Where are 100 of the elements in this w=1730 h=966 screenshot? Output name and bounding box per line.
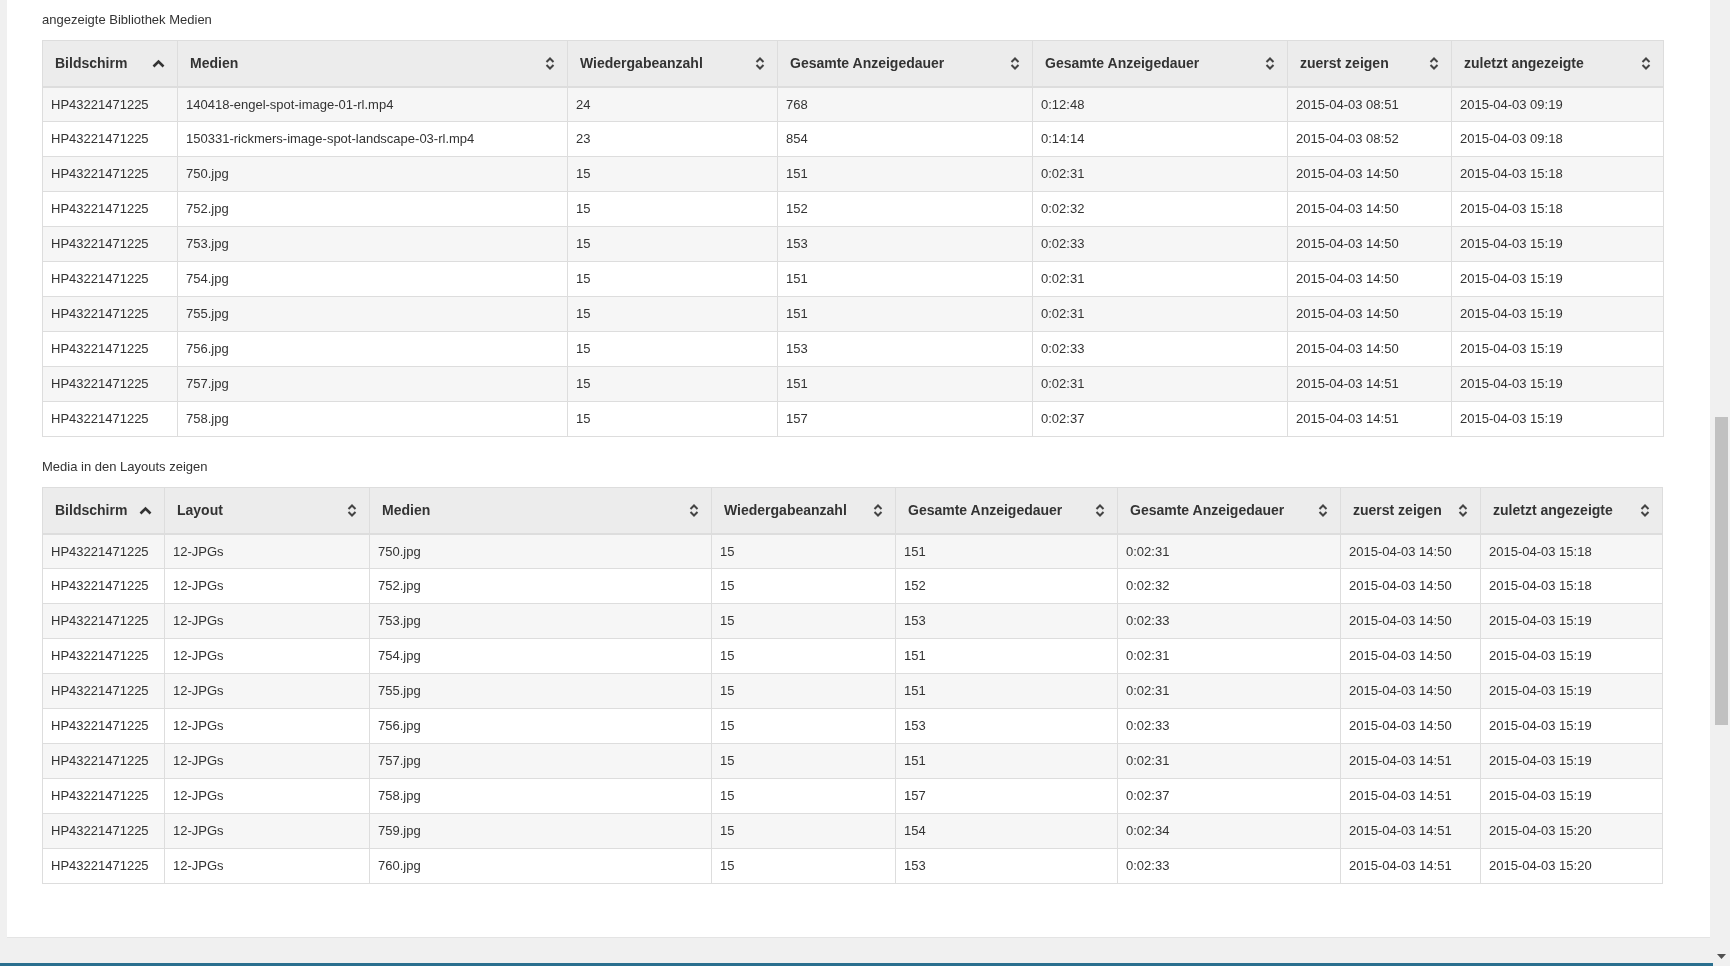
table-cell: 151	[895, 533, 1118, 569]
column-header[interactable]: zuletzt angezeigte	[1451, 40, 1664, 87]
table-cell: HP43221471225	[42, 778, 165, 814]
table-cell: 15	[567, 261, 778, 297]
table-cell: 753.jpg	[177, 226, 568, 262]
table-cell: 757.jpg	[369, 743, 712, 779]
table-cell: 754.jpg	[177, 261, 568, 297]
table-cell: 2015-04-03 15:19	[1480, 708, 1663, 744]
table-cell: 15	[567, 401, 778, 437]
table-cell: 2015-04-03 14:50	[1287, 156, 1452, 192]
column-header[interactable]: zuerst zeigen	[1287, 40, 1452, 87]
column-header-label: zuerst zeigen	[1300, 53, 1389, 73]
table-cell: 2015-04-03 14:50	[1340, 673, 1481, 709]
column-header[interactable]: Gesamte Anzeigedauer	[777, 40, 1033, 87]
table-cell: 2015-04-03 14:51	[1287, 366, 1452, 402]
table-cell: 2015-04-03 14:51	[1340, 848, 1481, 884]
table-cell: 151	[777, 296, 1033, 332]
table-cell: 153	[777, 226, 1033, 262]
table-cell: 755.jpg	[369, 673, 712, 709]
table-cell: 756.jpg	[177, 331, 568, 367]
table-cell: 2015-04-03 15:20	[1480, 813, 1663, 849]
table-cell: HP43221471225	[42, 743, 165, 779]
table-cell: HP43221471225	[42, 261, 178, 297]
table-cell: HP43221471225	[42, 121, 178, 157]
column-header-label: Bildschirm	[55, 500, 128, 520]
column-header[interactable]: Bildschirm	[42, 40, 178, 87]
table-cell: 151	[895, 638, 1118, 674]
table-cell: 15	[711, 638, 896, 674]
table-cell: 2015-04-03 15:20	[1480, 848, 1663, 884]
column-header[interactable]: Gesamte Anzeigedauer	[895, 487, 1118, 534]
table-cell: HP43221471225	[42, 708, 165, 744]
column-header[interactable]: Gesamte Anzeigedauer	[1032, 40, 1288, 87]
column-header[interactable]: Medien	[177, 40, 568, 87]
table-cell: HP43221471225	[42, 673, 165, 709]
table-cell: 758.jpg	[369, 778, 712, 814]
table-cell: 760.jpg	[369, 848, 712, 884]
table-cell: 15	[567, 226, 778, 262]
table-cell: 15	[567, 156, 778, 192]
table-cell: 23	[567, 121, 778, 157]
column-header[interactable]: Wiedergabeanzahl	[567, 40, 778, 87]
table-cell: 151	[777, 366, 1033, 402]
table-cell: 15	[711, 708, 896, 744]
table-cell: 152	[895, 568, 1118, 604]
table-cell: 157	[777, 401, 1033, 437]
table-cell: 2015-04-03 08:52	[1287, 121, 1452, 157]
table-cell: 757.jpg	[177, 366, 568, 402]
table-cell: HP43221471225	[42, 191, 178, 227]
table-cell: 15	[711, 533, 896, 569]
table-cell: 750.jpg	[177, 156, 568, 192]
table-cell: 0:02:31	[1032, 366, 1288, 402]
column-header[interactable]: Medien	[369, 487, 712, 534]
column-header[interactable]: Gesamte Anzeigedauer	[1117, 487, 1341, 534]
table-cell: 140418-engel-spot-image-01-rl.mp4	[177, 86, 568, 122]
table-cell: 2015-04-03 14:50	[1287, 191, 1452, 227]
table-cell: 2015-04-03 15:19	[1480, 743, 1663, 779]
column-header[interactable]: Layout	[164, 487, 370, 534]
table-cell: 12-JPGs	[164, 568, 370, 604]
table-cell: 0:02:31	[1032, 261, 1288, 297]
table-cell: HP43221471225	[42, 331, 178, 367]
table-cell: 2015-04-03 15:18	[1480, 533, 1663, 569]
table-cell: 15	[711, 743, 896, 779]
table-cell: 0:02:37	[1117, 778, 1341, 814]
table-cell: 2015-04-03 09:18	[1451, 121, 1664, 157]
table-cell: 24	[567, 86, 778, 122]
column-header[interactable]: zuerst zeigen	[1340, 487, 1481, 534]
table-cell: 15	[567, 331, 778, 367]
column-header-label: Gesamte Anzeigedauer	[1130, 500, 1285, 520]
table-cell: 2015-04-03 14:51	[1287, 401, 1452, 437]
table-cell: 154	[895, 813, 1118, 849]
column-header[interactable]: zuletzt angezeigte	[1480, 487, 1663, 534]
table-cell: 0:14:14	[1032, 121, 1288, 157]
table-cell: 2015-04-03 15:19	[1451, 366, 1664, 402]
table-cell: 2015-04-03 14:50	[1340, 568, 1481, 604]
table-cell: HP43221471225	[42, 848, 165, 884]
table-cell: 2015-04-03 14:50	[1287, 331, 1452, 367]
table-cell: 2015-04-03 15:19	[1451, 331, 1664, 367]
table-cell: 758.jpg	[177, 401, 568, 437]
table-cell: 2015-04-03 15:18	[1451, 191, 1664, 227]
table-cell: 15	[567, 366, 778, 402]
table-cell: HP43221471225	[42, 296, 178, 332]
table-cell: 12-JPGs	[164, 673, 370, 709]
table-cell: HP43221471225	[42, 366, 178, 402]
column-header[interactable]: Bildschirm	[42, 487, 165, 534]
table-cell: 753.jpg	[369, 603, 712, 639]
table-cell: 2015-04-03 15:19	[1451, 226, 1664, 262]
table-cell: 2015-04-03 09:19	[1451, 86, 1664, 122]
table-cell: 12-JPGs	[164, 813, 370, 849]
table-cell: 754.jpg	[369, 638, 712, 674]
scroll-down-icon[interactable]	[1717, 954, 1726, 959]
table-cell: 15	[711, 778, 896, 814]
table-cell: 152	[777, 191, 1033, 227]
table-cell: 12-JPGs	[164, 533, 370, 569]
table-cell: HP43221471225	[42, 813, 165, 849]
table-cell: 12-JPGs	[164, 743, 370, 779]
scrollbar-thumb[interactable]	[1715, 417, 1728, 725]
column-header[interactable]: Wiedergabeanzahl	[711, 487, 896, 534]
table-cell: 0:02:31	[1117, 638, 1341, 674]
table-cell: 15	[711, 673, 896, 709]
table-cell: HP43221471225	[42, 86, 178, 122]
table-cell: 15	[567, 296, 778, 332]
